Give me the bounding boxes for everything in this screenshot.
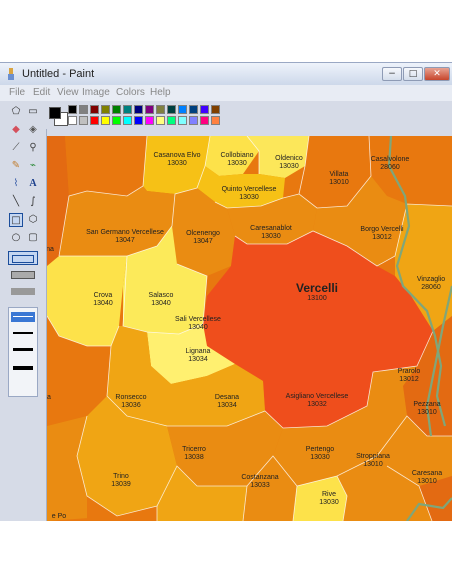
color-swatch[interactable] [156, 116, 165, 125]
fill-style-solid[interactable] [8, 285, 38, 299]
region-label: Costanzana 13033 [241, 474, 279, 489]
region-label: Lignana 13034 [185, 348, 211, 363]
rect-select-icon[interactable]: ▭ [26, 105, 40, 119]
line-width-selector[interactable] [8, 307, 38, 397]
region-crova [47, 256, 127, 346]
polygon-tool-icon[interactable]: ⬡ [26, 213, 40, 227]
color-swatch[interactable] [123, 116, 132, 125]
menu-help[interactable]: Help [150, 87, 171, 98]
region-label: Pezzana 13010 [413, 401, 441, 416]
color-swatch[interactable] [178, 105, 187, 114]
color-swatch[interactable] [211, 116, 220, 125]
color-swatch[interactable] [112, 105, 121, 114]
foreground-color[interactable] [49, 107, 61, 119]
menu-view[interactable]: View [57, 87, 79, 98]
window-title: Untitled - Paint [22, 68, 95, 80]
toolbox: ⬠ ▭ ◆ ◈ ⟋ ⚲ ✎ ⌁ ⌇ A ╲ ∫ □ ⬡ ○ ▢ [0, 101, 47, 521]
color-swatch[interactable] [123, 105, 132, 114]
color-swatch[interactable] [211, 105, 220, 114]
color-swatch[interactable] [167, 105, 176, 114]
color-swatch[interactable] [145, 116, 154, 125]
region-label: Desana 13034 [214, 394, 240, 409]
color-swatch[interactable] [189, 116, 198, 125]
color-swatch[interactable] [178, 116, 187, 125]
region-label: Ronsecco 13036 [115, 394, 147, 409]
color-palette [46, 101, 452, 129]
region-label: Caresana 13010 [411, 470, 443, 485]
region-label: Quinto Vercellese 13030 [221, 186, 277, 201]
fill-style-outline[interactable] [8, 251, 38, 265]
color-swatch[interactable] [79, 116, 88, 125]
color-swatch[interactable] [79, 105, 88, 114]
paint-window: Untitled - Paint − □ ✕ File Edit View Im… [0, 62, 452, 521]
brush-icon[interactable]: ⌁ [26, 159, 40, 173]
region-label: Oldenico 13030 [275, 155, 303, 170]
region-label: Caresanablot 13030 [250, 225, 292, 240]
title-bar: Untitled - Paint − □ ✕ [0, 63, 452, 85]
region-label: Olcenengo 13047 [186, 230, 220, 245]
region-label: Crova 13040 [93, 292, 113, 307]
edge-fragment-3: e Po [51, 513, 67, 520]
color-swatch[interactable] [90, 105, 99, 114]
line-tool-icon[interactable]: ╲ [9, 195, 23, 209]
color-swatch[interactable] [167, 116, 176, 125]
close-button[interactable]: ✕ [424, 67, 450, 81]
airbrush-icon[interactable]: ⌇ [9, 177, 23, 191]
eyedropper-icon[interactable]: ⟋ [9, 141, 23, 155]
minimize-button[interactable]: − [382, 67, 402, 81]
menu-colors[interactable]: Colors [116, 87, 145, 98]
curve-tool-icon[interactable]: ∫ [26, 195, 40, 209]
region-label: Collobiano 13030 [220, 152, 254, 167]
color-swatch[interactable] [200, 116, 209, 125]
color-swatch[interactable] [90, 116, 99, 125]
region-label-vercelli: Vercelli 13100 [295, 281, 339, 303]
color-swatch[interactable] [68, 116, 77, 125]
region-label: Asigliano Vercellese 13032 [285, 393, 349, 408]
edge-fragment-1: na [47, 246, 54, 253]
edge-fragment-2: a [47, 394, 51, 401]
region-label: Tricerro 13038 [182, 446, 206, 461]
region-label: Stroppiana 13010 [356, 453, 390, 468]
current-colors[interactable] [48, 105, 68, 126]
region-label: Sali Vercellese 13040 [175, 316, 221, 331]
menu-bar: File Edit View Image Colors Help [0, 85, 452, 101]
rectangle-tool-icon[interactable]: □ [9, 213, 23, 227]
menu-image[interactable]: Image [82, 87, 110, 98]
region-label: Prarolo 13012 [397, 368, 421, 383]
ellipse-tool-icon[interactable]: ○ [9, 231, 23, 245]
fill-style-outline-fill[interactable] [8, 268, 38, 282]
text-tool-icon[interactable]: A [26, 177, 40, 191]
drawing-canvas[interactable]: na a e Po Casanova Elvo13030 Collobiano1… [47, 136, 452, 521]
paint-app-icon [8, 68, 14, 80]
region-label: Vinzaglio 28060 [416, 276, 446, 291]
free-select-icon[interactable]: ⬠ [9, 105, 23, 119]
color-swatch[interactable] [134, 105, 143, 114]
region-label: Casanova Elvo 13030 [153, 152, 201, 167]
region-label: Trino 13039 [111, 473, 131, 488]
color-swatch[interactable] [68, 105, 77, 114]
color-swatch[interactable] [101, 105, 110, 114]
region-label: Rive 13030 [319, 491, 339, 506]
rounded-rect-tool-icon[interactable]: ▢ [26, 231, 40, 245]
region-label: Pertengo 13030 [305, 446, 335, 461]
menu-edit[interactable]: Edit [33, 87, 50, 98]
region-label: Salasco 13040 [148, 292, 174, 307]
magnifier-icon[interactable]: ⚲ [26, 141, 40, 155]
color-swatch[interactable] [101, 116, 110, 125]
region-label: San Germano Vercellese 13047 [86, 229, 164, 244]
region-label: Villata 13010 [329, 171, 349, 186]
color-swatch[interactable] [112, 116, 121, 125]
color-swatch[interactable] [156, 105, 165, 114]
color-swatch[interactable] [134, 116, 143, 125]
region-label: Borgo Vercelli 13012 [360, 226, 404, 241]
color-swatch[interactable] [200, 105, 209, 114]
eraser-icon[interactable]: ◆ [9, 123, 23, 137]
fill-bucket-icon[interactable]: ◈ [26, 123, 40, 137]
region-label: Casalvolone 28060 [370, 156, 410, 171]
menu-file[interactable]: File [9, 87, 25, 98]
maximize-button[interactable]: □ [403, 67, 423, 81]
color-swatch[interactable] [189, 105, 198, 114]
color-swatch[interactable] [145, 105, 154, 114]
pencil-icon[interactable]: ✎ [9, 159, 23, 173]
